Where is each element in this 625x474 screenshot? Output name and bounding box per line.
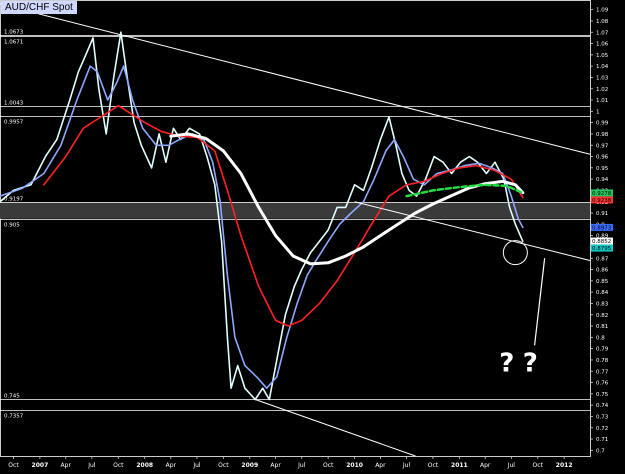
trendline bbox=[0, 3, 591, 155]
question-mark: ? bbox=[499, 348, 514, 378]
y-tick-label: 0.77 bbox=[596, 369, 609, 375]
y-tick-label: 0.82 bbox=[596, 313, 608, 319]
y-tick-label: 0.85 bbox=[596, 279, 609, 285]
y-tick-label: 0.72 bbox=[596, 426, 608, 432]
x-tick-label: Oct bbox=[323, 462, 334, 469]
y-tick-label: 0.81 bbox=[596, 324, 608, 330]
y-tick-label: 1.09 bbox=[596, 8, 609, 14]
current-value-label: 0.8973 bbox=[592, 225, 612, 231]
x-tick-label: Oct bbox=[533, 462, 544, 469]
y-tick-label: 0.76 bbox=[596, 381, 609, 387]
chart-root: 1.0673 1.0671 1.0043 0.9957 0.9197 0.905 0.745… bbox=[0, 0, 625, 470]
x-tick-label: Oct bbox=[428, 462, 439, 469]
y-tick-label: 0.79 bbox=[596, 347, 609, 353]
arrow-line bbox=[533, 258, 546, 346]
current-value-label: 0.9238 bbox=[592, 198, 612, 204]
y-tick-label: 1.02 bbox=[596, 87, 608, 93]
y-tick-label: 0.99 bbox=[596, 121, 609, 127]
series-line bbox=[0, 65, 524, 389]
y-tick-label: 0.83 bbox=[596, 301, 609, 307]
y-tick-label: 0.78 bbox=[596, 358, 609, 364]
x-tick-label: 2009 bbox=[241, 462, 258, 469]
y-tick-label: 1.01 bbox=[596, 98, 608, 104]
x-tick-label: Apr bbox=[270, 462, 281, 469]
x-tick-label: Jul bbox=[192, 462, 201, 469]
level-label: 1.0043 bbox=[4, 101, 24, 107]
question-mark: ? bbox=[523, 348, 538, 378]
y-tick-label: 1.06 bbox=[596, 42, 609, 48]
x-tick-label: Jul bbox=[402, 462, 411, 469]
current-value-labels: 0.92780.9238 0.8973 0.88520.8795 bbox=[591, 189, 613, 252]
y-tick-label: 0.73 bbox=[596, 414, 609, 420]
current-value-label: 0.9278 bbox=[592, 191, 612, 197]
y-tick-label: 1.08 bbox=[596, 19, 609, 25]
x-tick-label: Apr bbox=[166, 462, 177, 469]
x-tick-label: Apr bbox=[480, 462, 491, 469]
y-tick-label: 1.03 bbox=[596, 75, 609, 81]
y-tick-label: 0.87 bbox=[596, 256, 609, 262]
x-tick-label: Apr bbox=[375, 462, 386, 469]
trendline bbox=[255, 399, 416, 457]
y-tick-label: 1 bbox=[596, 109, 600, 115]
x-tick-label: Jul bbox=[87, 462, 96, 469]
y-tick-label: 1.05 bbox=[596, 53, 609, 59]
y-tick-label: 0.91 bbox=[596, 211, 608, 217]
y-tick-label: 0.95 bbox=[596, 166, 609, 172]
x-tick-label: 2011 bbox=[451, 462, 468, 469]
current-value-label: 0.8795 bbox=[592, 246, 612, 252]
shaded-band bbox=[0, 202, 590, 219]
y-tick-label: 0.86 bbox=[596, 268, 609, 274]
x-tick-label: Apr bbox=[61, 462, 72, 469]
annotations-layer: ?? bbox=[499, 240, 546, 378]
x-tick-label: 2007 bbox=[32, 462, 49, 469]
current-value-label: 0.8852 bbox=[592, 239, 611, 245]
level-label: 0.9197 bbox=[4, 197, 24, 203]
level-label: 0.9957 bbox=[4, 120, 24, 126]
y-tick-label: 0.75 bbox=[596, 392, 609, 398]
highlight-circle bbox=[502, 240, 528, 266]
y-tick-label: 0.74 bbox=[596, 403, 609, 409]
y-tick-label: 0.94 bbox=[596, 177, 609, 183]
x-tick-label: Jul bbox=[507, 462, 516, 469]
x-tick-label: 2008 bbox=[136, 462, 153, 469]
y-tick-label: 0.84 bbox=[596, 290, 609, 296]
chart-title: AUD/CHF Spot bbox=[1, 1, 77, 14]
y-tick-label: 0.71 bbox=[596, 437, 608, 443]
level-label: 0.7357 bbox=[4, 414, 24, 420]
y-tick-label: 0.96 bbox=[596, 155, 609, 161]
level-label: 0.905 bbox=[4, 223, 20, 229]
level-label: 1.0673 bbox=[4, 30, 24, 36]
x-axis: Oct 2007 Apr Jul Oct 2008 Apr Jul Oct 2009 Apr Jul O… bbox=[8, 456, 573, 469]
level-label: 0.745 bbox=[4, 394, 20, 400]
y-tick-label: 0.7 bbox=[596, 448, 605, 454]
x-tick-label: Jul bbox=[297, 462, 306, 469]
y-tick-label: 0.97 bbox=[596, 143, 609, 149]
y-tick-label: 0.8 bbox=[596, 335, 605, 341]
level-label: 1.0671 bbox=[4, 40, 23, 46]
y-tick-label: 0.98 bbox=[596, 132, 609, 138]
y-tick-label: 1.04 bbox=[596, 64, 609, 70]
x-tick-label: Oct bbox=[218, 462, 229, 469]
price-chart: 1.0673 1.0671 1.0043 0.9957 0.9197 0.905 0.745… bbox=[0, 0, 613, 469]
x-tick-label: Oct bbox=[8, 462, 19, 469]
x-tick-label: 2012 bbox=[556, 462, 573, 469]
y-tick-label: 1.07 bbox=[596, 30, 609, 36]
x-tick-label: Oct bbox=[113, 462, 124, 469]
x-tick-label: 2010 bbox=[346, 462, 363, 469]
